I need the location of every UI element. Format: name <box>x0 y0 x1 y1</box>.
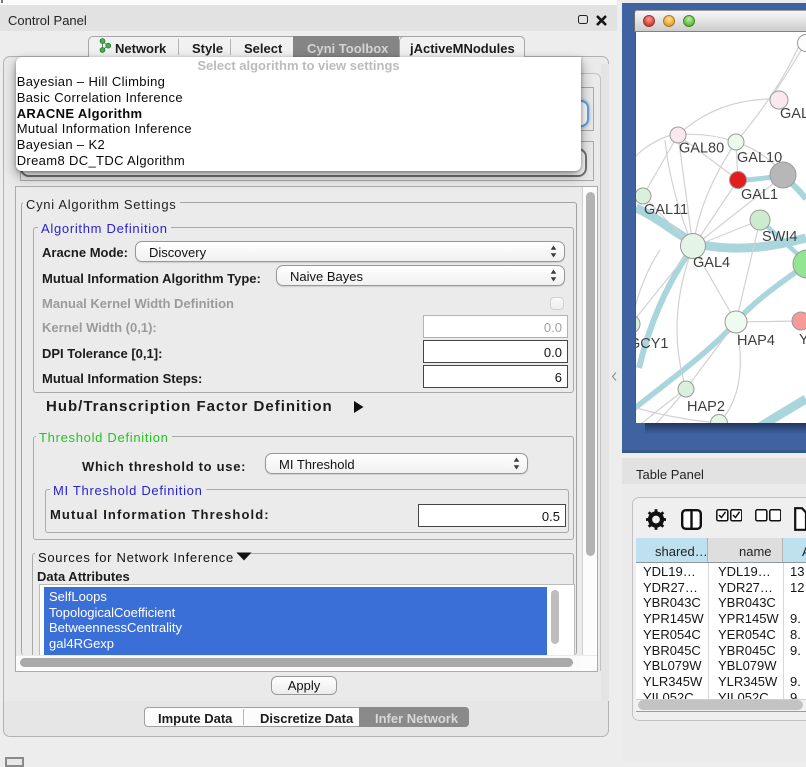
svg-text:GAL11: GAL11 <box>644 202 688 218</box>
svg-text:GAL10: GAL10 <box>737 150 782 166</box>
svg-text:GAL80: GAL80 <box>679 141 724 157</box>
svg-text:HAP4: HAP4 <box>737 333 775 349</box>
svg-text:GAL1: GAL1 <box>741 187 778 203</box>
svg-text:GCY1: GCY1 <box>636 336 669 352</box>
svg-text:Y: Y <box>799 332 806 348</box>
svg-text:HAP2: HAP2 <box>687 399 725 415</box>
svg-text:GAL: GAL <box>780 106 806 122</box>
svg-text:SWI4: SWI4 <box>762 229 797 245</box>
svg-text:GAL4: GAL4 <box>693 255 730 271</box>
